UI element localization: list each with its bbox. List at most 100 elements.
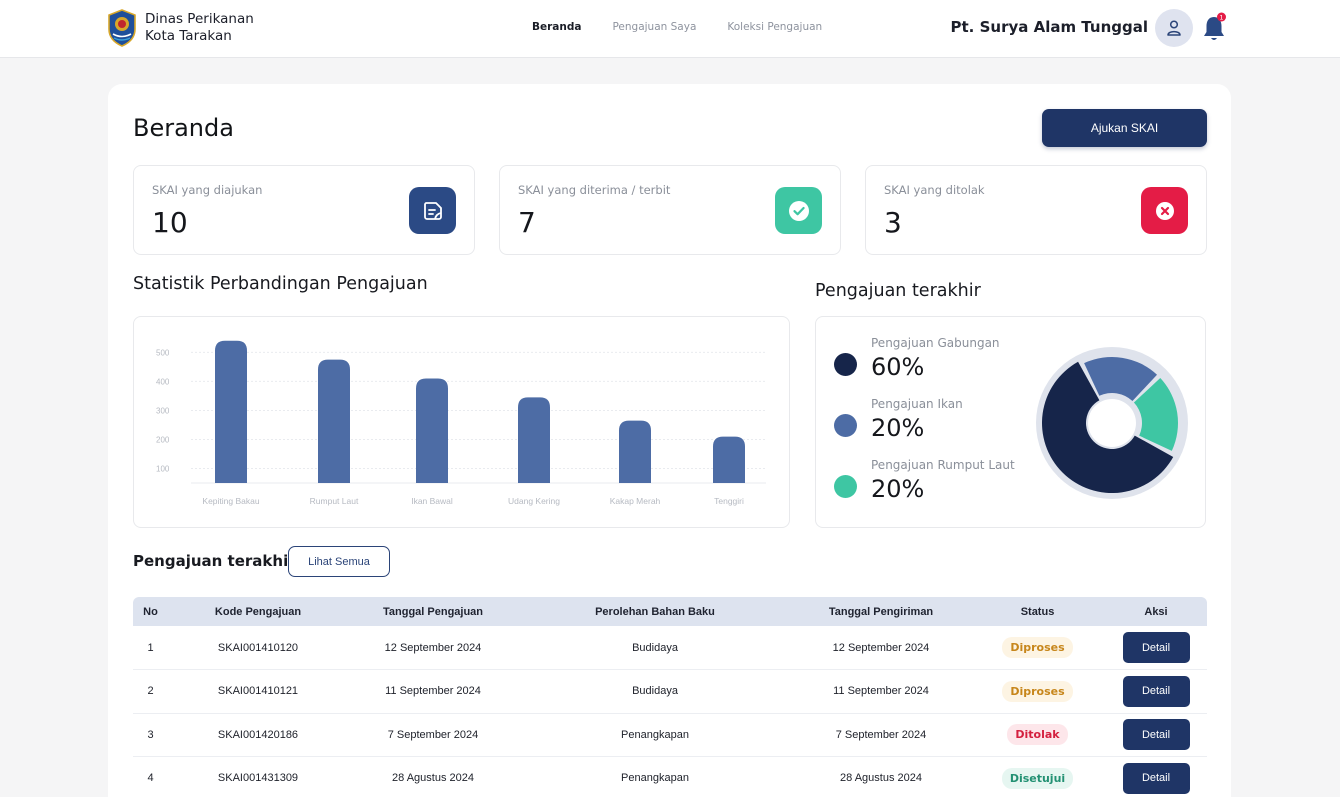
y-tick-label: 400 <box>156 377 170 386</box>
cell-source: Penangkapan <box>518 756 792 797</box>
column-header: Perolehan Bahan Baku <box>595 605 715 618</box>
submit-skai-button[interactable]: Ajukan SKAI <box>1042 109 1207 147</box>
cell-ship-date: 7 September 2024 <box>792 713 970 757</box>
y-tick-label: 100 <box>156 464 170 473</box>
x-circle-icon <box>1141 187 1188 234</box>
x-tick-label: Ikan Bawal <box>411 496 453 506</box>
recent-section-title: Pengajuan terakhir <box>133 552 296 570</box>
bar-chart: 100 200 300 400 500 Kepiting Bakau Rumput Laut… <box>133 316 790 528</box>
column-header: Tanggal Pengajuan <box>382 605 484 618</box>
legend-label: Pengajuan Ikan <box>871 397 963 411</box>
donut-chart-card: Pengajuan Gabungan 60% Pengajuan Ikan 20… <box>815 316 1206 528</box>
column-header: Kode Pengajuan <box>214 605 302 618</box>
brand-line-2: Kota Tarakan <box>145 28 232 44</box>
donut-hole <box>1088 399 1136 447</box>
stat-label: SKAI yang diajukan <box>152 183 263 197</box>
detail-button[interactable]: Detail <box>1122 632 1190 663</box>
cell-date: 12 September 2024 <box>348 626 518 670</box>
y-tick-label: 500 <box>156 348 170 357</box>
legend-dot <box>834 414 857 437</box>
stat-card-submitted: SKAI yang diajukan 10 <box>133 165 475 255</box>
status-badge: Diproses <box>1002 680 1073 702</box>
notification-count: 1 <box>1219 13 1223 21</box>
cell-code: SKAI001410120 <box>168 626 348 670</box>
status-badge: Disetujui <box>1001 767 1074 789</box>
donut-chart-svg <box>1036 347 1188 499</box>
cell-ship-date: 28 Agustus 2024 <box>792 756 970 797</box>
y-tick-label: 200 <box>156 435 170 444</box>
cell-date: 28 Agustus 2024 <box>348 756 518 797</box>
stat-label: SKAI yang ditolak <box>884 183 985 197</box>
nav-beranda[interactable]: Beranda <box>532 21 581 33</box>
table-row: 2 SKAI001410121 11 September 2024 Budida… <box>133 669 1207 714</box>
x-tick-label: Udang Kering <box>508 496 560 506</box>
legend-percentage: 60% <box>871 353 925 381</box>
cell-no: 2 <box>133 669 168 714</box>
legend-percentage: 20% <box>871 414 925 442</box>
main-nav: Beranda Pengajuan Saya Koleksi Pengajuan <box>532 21 853 33</box>
stat-label: SKAI yang diterima / terbit <box>518 183 671 197</box>
cell-no: 3 <box>133 713 168 757</box>
stat-value: 7 <box>518 206 536 239</box>
document-icon <box>409 187 456 234</box>
bar <box>713 436 745 483</box>
main-content-card: Beranda Ajukan SKAI SKAI yang diajukan 1… <box>108 84 1231 797</box>
cell-date: 7 September 2024 <box>348 713 518 757</box>
bar <box>416 378 448 483</box>
column-header: No <box>143 605 158 618</box>
company-name: Pt. Surya Alam Tunggal <box>950 18 1149 36</box>
x-tick-label: Rumput Laut <box>310 496 359 506</box>
notification-bell-icon[interactable]: 1 <box>1202 12 1228 44</box>
bar <box>619 420 651 483</box>
legend-label: Pengajuan Rumput Laut <box>871 458 1015 472</box>
y-tick-label: 300 <box>156 406 170 415</box>
table-row: 3 SKAI001420186 7 September 2024 Penangk… <box>133 713 1207 757</box>
column-header: Tanggal Pengiriman <box>828 605 934 618</box>
column-header: Aksi <box>1144 605 1168 618</box>
status-badge: Ditolak <box>1007 724 1068 746</box>
x-tick-label: Tenggiri <box>714 496 744 506</box>
cell-source: Penangkapan <box>518 713 792 757</box>
brand[interactable]: Dinas Perikanan Kota Tarakan <box>107 9 254 47</box>
cell-ship-date: 11 September 2024 <box>792 669 970 714</box>
brand-line-1: Dinas Perikanan <box>145 11 254 27</box>
stat-value: 3 <box>884 206 902 239</box>
x-tick-label: Kepiting Bakau <box>202 496 259 506</box>
cell-no: 4 <box>133 756 168 797</box>
stat-card-rejected: SKAI yang ditolak 3 <box>865 165 1207 255</box>
detail-button[interactable]: Detail <box>1122 675 1190 707</box>
user-avatar[interactable] <box>1155 9 1193 47</box>
nav-pengajuan-saya[interactable]: Pengajuan Saya <box>612 21 696 33</box>
cell-source: Budidaya <box>518 669 792 714</box>
legend-dot <box>834 475 857 498</box>
table-header-row: No Kode Pengajuan Tanggal Pengajuan Pero… <box>133 597 1207 626</box>
bar-chart-svg: 100 200 300 400 500 Kepiting Bakau Rumput Laut… <box>156 340 766 506</box>
cell-code: SKAI001410121 <box>168 669 348 714</box>
cell-code: SKAI001431309 <box>168 756 348 797</box>
column-header: Status <box>1020 605 1055 618</box>
cell-source: Budidaya <box>518 626 792 670</box>
stat-value: 10 <box>152 206 188 239</box>
table-row: 4 SKAI001431309 28 Agustus 2024 Penangka… <box>133 756 1207 797</box>
cell-code: SKAI001420186 <box>168 713 348 757</box>
user-icon <box>1167 20 1181 36</box>
city-emblem-icon <box>108 9 136 47</box>
donut-section-title: Pengajuan terakhir <box>815 281 981 301</box>
page-title: Beranda <box>133 114 234 142</box>
view-all-button[interactable]: Lihat Semua <box>288 546 390 577</box>
legend-percentage: 20% <box>871 475 925 503</box>
detail-button[interactable]: Detail <box>1122 762 1190 794</box>
legend-dot <box>834 353 857 376</box>
legend-label: Pengajuan Gabungan <box>871 336 1000 350</box>
bar <box>215 340 247 483</box>
cell-date: 11 September 2024 <box>348 669 518 714</box>
detail-button[interactable]: Detail <box>1122 719 1190 751</box>
nav-koleksi-pengajuan[interactable]: Koleksi Pengajuan <box>727 21 822 33</box>
cell-ship-date: 12 September 2024 <box>792 626 970 670</box>
brand-name: Dinas Perikanan Kota Tarakan <box>145 11 254 45</box>
chart-section-title: Statistik Perbandingan Pengajuan <box>133 274 428 294</box>
status-badge: Diproses <box>1002 637 1073 658</box>
submissions-table: No Kode Pengajuan Tanggal Pengajuan Pero… <box>133 597 1207 797</box>
check-circle-icon <box>775 187 822 234</box>
top-navigation-bar: Dinas Perikanan Kota Tarakan Beranda Pen… <box>0 0 1340 58</box>
